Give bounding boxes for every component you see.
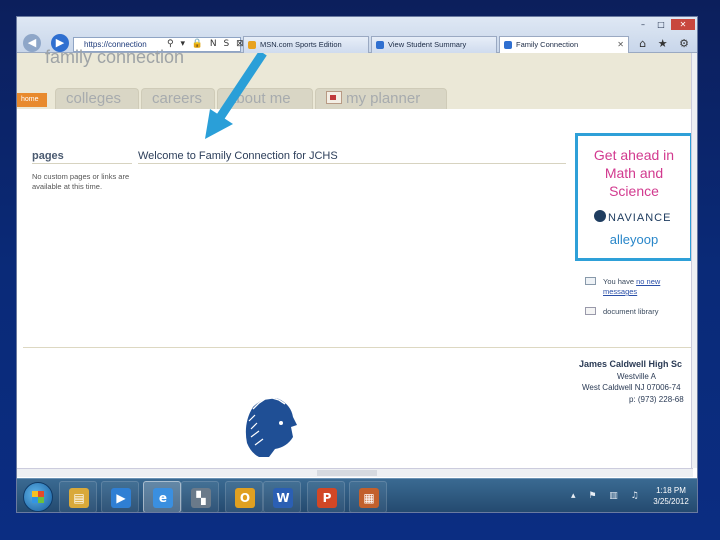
- document-library-row: document library: [585, 307, 685, 319]
- naviance-ad[interactable]: Get ahead in Math and Science NAVIANCE a…: [575, 133, 693, 261]
- footer-divider: [23, 347, 693, 348]
- maximize-button[interactable]: □: [653, 19, 669, 30]
- media-player-icon: ▶: [111, 488, 131, 508]
- school-address-1: Westville A: [617, 372, 656, 381]
- page-favicon-icon: [504, 41, 512, 49]
- pages-heading: pages: [32, 150, 64, 162]
- compass-icon: [594, 210, 606, 222]
- tab-family-connection[interactable]: Family Connection ✕: [499, 36, 629, 53]
- tab-my-planner-label: my planner: [346, 90, 421, 107]
- tab-home[interactable]: home: [17, 93, 47, 107]
- tab-label: MSN.com Sports Edition: [260, 40, 342, 49]
- internet-explorer-icon: e: [153, 488, 173, 508]
- tab-label: Family Connection: [516, 40, 579, 49]
- document-icon: [585, 307, 596, 315]
- clock-time: 1:18 PM: [656, 486, 686, 495]
- publisher-icon: ▦: [359, 488, 379, 508]
- media-player-taskbar-item[interactable]: ▶: [101, 481, 139, 512]
- site-nav: home colleges careers about me my planne…: [17, 86, 693, 109]
- horizontal-scrollbar[interactable]: [17, 468, 693, 477]
- page-favicon-icon: [376, 41, 384, 49]
- vertical-scrollbar[interactable]: [691, 53, 697, 468]
- divider: [138, 163, 566, 164]
- close-button[interactable]: ✕: [671, 19, 695, 30]
- messages-row: You have no new messages: [585, 277, 685, 299]
- app-icon: ▚: [191, 488, 211, 508]
- naviance-logo: NAVIANCE: [594, 210, 671, 224]
- school-logo: [245, 397, 297, 457]
- tab-colleges[interactable]: colleges: [55, 88, 139, 109]
- tab-careers[interactable]: careers: [141, 88, 215, 109]
- ad-subtitle: alleyoop: [609, 232, 659, 247]
- word-icon: W: [273, 488, 293, 508]
- browser-tool-icons[interactable]: ⌂ ★ ⚙: [639, 37, 693, 50]
- messages-prefix: You have: [603, 277, 637, 286]
- clock-date: 3/25/2012: [653, 497, 689, 506]
- outlook-icon: O: [235, 488, 255, 508]
- start-button[interactable]: [23, 482, 53, 512]
- tab-close-icon[interactable]: ✕: [617, 37, 624, 53]
- school-phone: p: (973) 228-68: [629, 395, 684, 404]
- planner-icon: [326, 91, 342, 104]
- welcome-heading: Welcome to Family Connection for JCHS: [138, 150, 338, 162]
- pages-empty-text: No custom pages or links are available a…: [32, 172, 130, 191]
- annotation-arrow: [205, 53, 267, 139]
- back-button[interactable]: ◀: [23, 34, 41, 52]
- word-taskbar-item[interactable]: W: [263, 481, 301, 512]
- system-tray-icons[interactable]: ▴ ⚑ ▥ ♫: [571, 491, 644, 501]
- tab-msn-sports[interactable]: MSN.com Sports Edition: [243, 36, 369, 53]
- site-title: family connection: [45, 47, 185, 67]
- site-header: family connection home colleges careers …: [17, 47, 693, 109]
- explorer-taskbar-item[interactable]: ▤: [59, 481, 97, 512]
- divider: [32, 163, 132, 164]
- school-name: James Caldwell High Sc: [579, 359, 683, 369]
- folder-icon: ▤: [69, 488, 89, 508]
- tab-my-planner[interactable]: my planner: [315, 88, 447, 109]
- powerpoint-icon: P: [317, 488, 337, 508]
- taskbar-clock[interactable]: 1:18 PM 3/25/2012: [651, 485, 691, 507]
- app-taskbar-item[interactable]: ▚: [181, 481, 219, 512]
- outlook-taskbar-item[interactable]: O: [225, 481, 263, 512]
- scrollbar-thumb[interactable]: [317, 470, 377, 476]
- minimize-button[interactable]: –: [635, 19, 651, 30]
- tab-view-student-summary[interactable]: View Student Summary: [371, 36, 497, 53]
- msn-favicon-icon: [248, 41, 256, 49]
- school-address-2: West Caldwell NJ 07006-74: [582, 383, 681, 392]
- screenshot-frame: – □ ✕ ◀ ▶ https://connection ⚲ ▾ 🔒 N S ⊠…: [16, 16, 698, 513]
- document-library-link[interactable]: document library: [603, 307, 683, 317]
- ad-brand-text: NAVIANCE: [608, 212, 672, 224]
- internet-explorer-taskbar-item[interactable]: e: [143, 481, 181, 512]
- envelope-icon: [585, 277, 596, 285]
- publisher-taskbar-item[interactable]: ▦: [349, 481, 387, 512]
- windows-taskbar: ▤ ▶ e ▚ O W P ▦ ▴ ⚑ ▥ ♫ 1:18 PM 3/25/201…: [17, 478, 697, 512]
- tab-label: View Student Summary: [388, 40, 467, 49]
- messages-text: You have no new messages: [603, 277, 683, 297]
- powerpoint-taskbar-item[interactable]: P: [307, 481, 345, 512]
- ad-headline: Get ahead in Math and Science: [593, 147, 675, 199]
